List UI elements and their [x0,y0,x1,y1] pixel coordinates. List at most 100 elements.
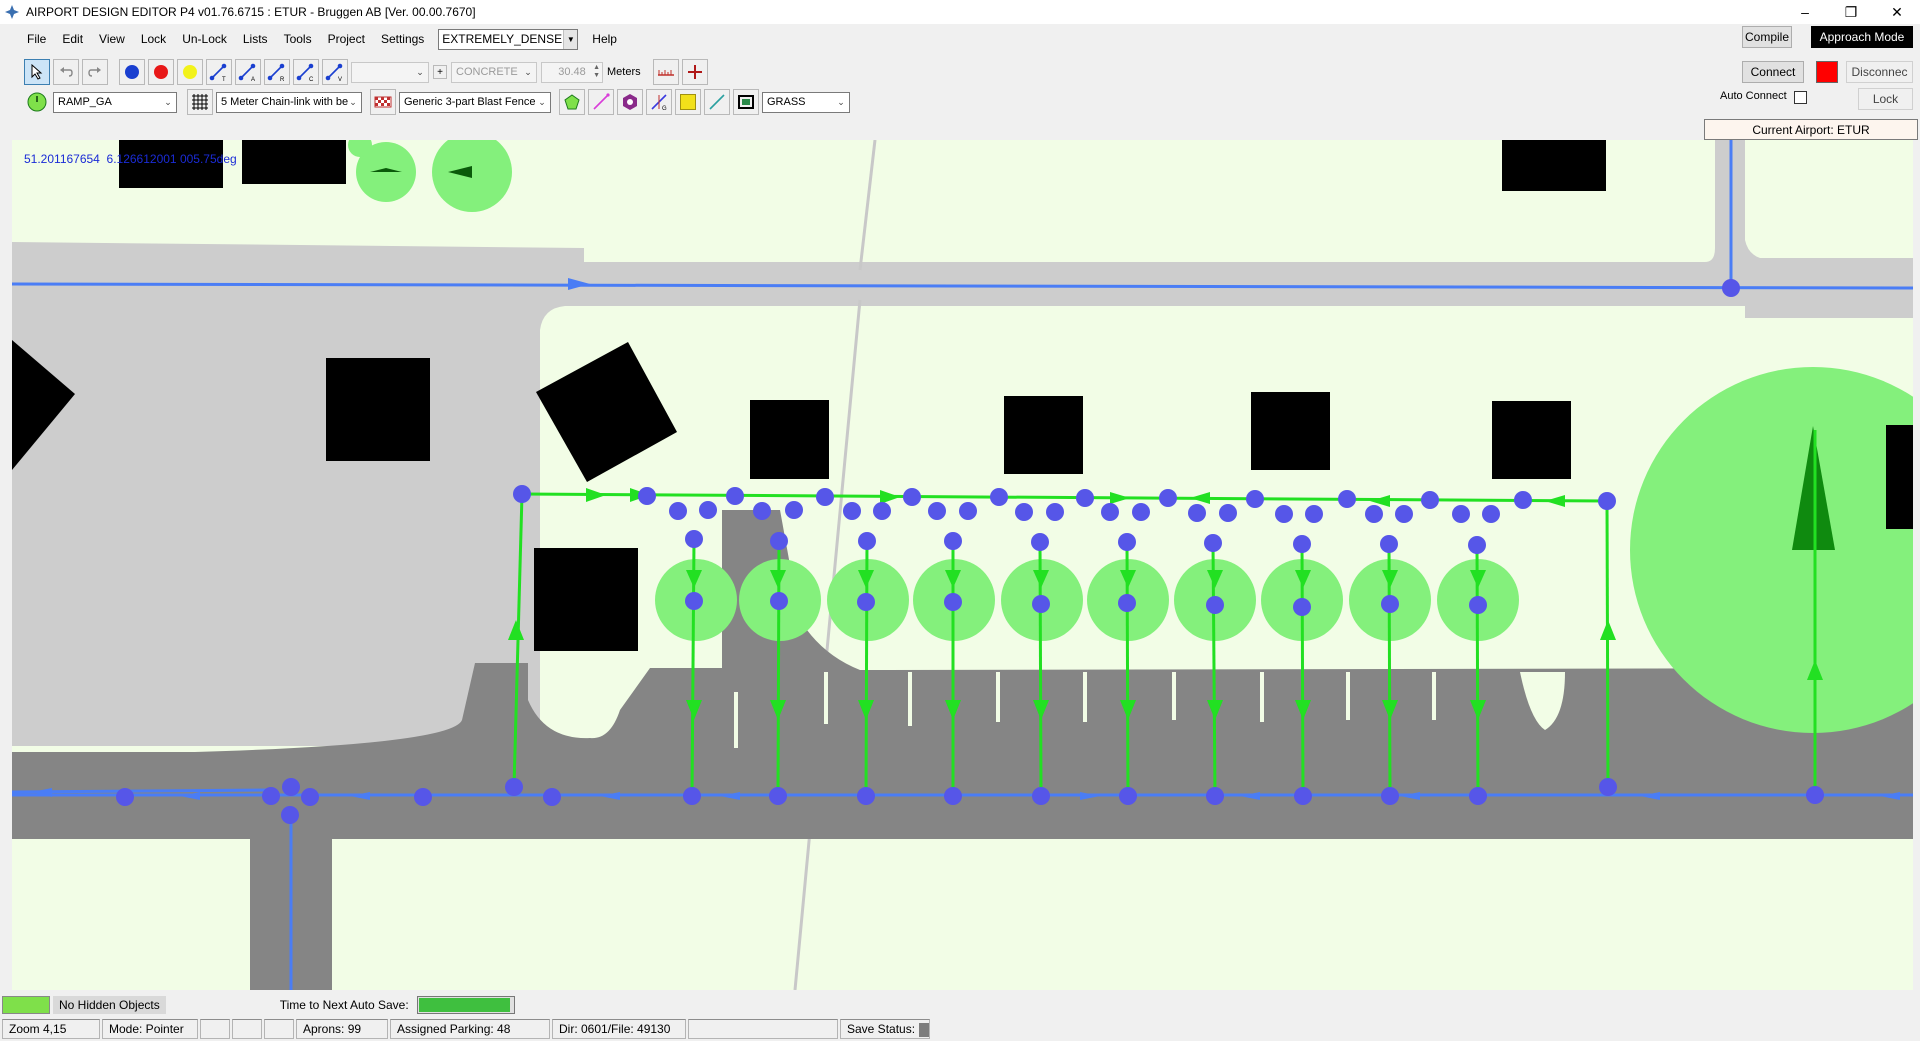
units-label: Meters [607,66,641,78]
toolbar-top: T A R C V ⌄ + CONCRETE ⌄ 30.48 ▲ ▼ Meters [24,59,711,85]
svg-text:C: C [309,77,314,82]
connect-button[interactable]: Connect [1742,61,1804,83]
chevron-down-icon: ⌄ [837,96,845,107]
window-title: AIRPORT DESIGN EDITOR P4 v01.76.6715 : E… [26,5,476,19]
menu-help[interactable]: Help [584,28,625,50]
coords-lat: 51.201167654 [24,152,100,166]
diagonal-line-icon[interactable] [704,89,730,115]
link-c-icon[interactable]: C [293,59,319,85]
menu-edit[interactable]: Edit [54,28,91,50]
minimize-icon[interactable]: – [1782,0,1828,24]
ramp-select[interactable]: RAMP_GA ⌄ [53,91,177,113]
toolbar-bottom: RAMP_GA ⌄ 5 Meter Chain-link with be ⌄ G… [24,89,854,115]
link-v-icon[interactable]: V [322,59,348,85]
chevron-down-icon: ▼ [563,29,578,49]
measure-icon[interactable]: G [646,89,672,115]
disconnect-button[interactable]: Disconnec [1846,61,1913,83]
current-airport-label: Current Airport: ETUR [1704,119,1918,140]
red-node-icon[interactable] [148,59,174,85]
fence-value: 5 Meter Chain-link with be [221,96,349,108]
ground-select[interactable]: GRASS ⌄ [762,91,850,113]
object-icon[interactable] [617,89,643,115]
frame-icon[interactable] [733,89,759,115]
svg-text:A: A [251,77,255,82]
menu-bar: File Edit View Lock Un-Lock Lists Tools … [0,26,625,52]
assigned-parking-status: Assigned Parking: 48 [390,1019,550,1039]
surface-select[interactable]: CONCRETE ⌄ [451,61,537,83]
density-select[interactable]: EXTREMELY_DENSE ▼ [438,28,579,50]
status-cell-empty [688,1019,838,1039]
autosave-progress [416,996,515,1014]
svg-text:T: T [222,77,226,82]
blast-fence-icon[interactable] [370,89,396,115]
menu-project[interactable]: Project [320,28,373,50]
save-status: Save Status: [840,1019,930,1039]
menu-file[interactable]: File [19,28,54,50]
chevron-down-icon: ⌄ [538,96,546,107]
auto-connect-label: Auto Connect [1720,90,1787,102]
ramp-value: RAMP_GA [58,96,112,108]
menu-view[interactable]: View [91,28,133,50]
status-bar: Zoom 4,15 Mode: Pointer Aprons: 99 Assig… [0,1017,1920,1041]
app-icon [5,5,19,19]
density-value: EXTREMELY_DENSE [442,32,563,46]
surface-value: CONCRETE [456,66,518,78]
spinner-arrows-icon: ▲ ▼ [593,63,600,79]
map-drawing [12,140,1913,990]
polygon-icon[interactable] [559,89,585,115]
grid-icon[interactable] [187,89,213,115]
ground-value: GRASS [767,96,806,108]
yellow-fill-icon[interactable] [675,89,701,115]
connection-status-swatch [1816,61,1838,83]
blast-fence-value: Generic 3-part Blast Fence [404,96,536,108]
hidden-objects-label: No Hidden Objects [53,996,166,1014]
menu-tools[interactable]: Tools [276,28,320,50]
menu-settings[interactable]: Settings [373,28,432,50]
pointer-icon[interactable] [24,59,50,85]
compile-button[interactable]: Compile [1742,26,1792,48]
svg-text:V: V [338,77,342,82]
empty-select[interactable]: ⌄ [351,61,429,83]
status-cell-empty [264,1019,294,1039]
auto-connect-checkbox[interactable] [1794,91,1807,104]
fence-select[interactable]: 5 Meter Chain-link with be ⌄ [216,91,362,113]
width-stepper[interactable]: 30.48 ▲ ▼ [541,61,603,83]
hidden-objects-indicator [2,996,50,1014]
menu-lock[interactable]: Lock [133,28,174,50]
status-row: No Hidden Objects Time to Next Auto Save… [0,994,1920,1016]
ruler-icon[interactable] [652,59,679,85]
clock-icon[interactable] [24,89,50,115]
menu-unlock[interactable]: Un-Lock [174,28,235,50]
status-cell-empty [232,1019,262,1039]
lock-button[interactable]: Lock [1858,88,1913,110]
restore-icon[interactable]: ❐ [1828,0,1874,24]
zoom-status: Zoom 4,15 [2,1019,100,1039]
autosave-progress-fill [418,998,510,1012]
coords-rest: 6.126612001 005.75deg [106,152,237,166]
svg-text:G: G [662,106,667,111]
line-draw-icon[interactable] [588,89,614,115]
blue-node-icon[interactable] [119,59,145,85]
crosshair-plus-icon[interactable] [681,59,708,85]
save-status-label: Save Status: [847,1022,916,1036]
link-t-icon[interactable]: T [206,59,232,85]
cursor-coords: 51.201167654 6.126612001 005.75deg [24,152,237,166]
close-icon[interactable]: ✕ [1874,0,1920,24]
save-status-indicator [919,1022,929,1037]
link-a-icon[interactable]: A [235,59,261,85]
upper-apron [12,140,1913,746]
blast-fence-select[interactable]: Generic 3-part Blast Fence ⌄ [399,91,551,113]
link-r-icon[interactable]: R [264,59,290,85]
yellow-node-icon[interactable] [177,59,203,85]
menu-lists[interactable]: Lists [235,28,276,50]
aprons-status: Aprons: 99 [296,1019,388,1039]
dir-file-status: Dir: 0601/File: 49130 [552,1019,686,1039]
redo-icon[interactable] [82,59,108,85]
add-plus-button[interactable]: + [433,65,447,79]
chevron-down-icon: ⌄ [524,66,532,77]
status-cell-empty [200,1019,230,1039]
approach-mode-button[interactable]: Approach Mode [1811,26,1913,48]
undo-icon[interactable] [53,59,79,85]
map-canvas[interactable]: 51.201167654 6.126612001 005.75deg [12,140,1913,990]
mode-status: Mode: Pointer [102,1019,198,1039]
